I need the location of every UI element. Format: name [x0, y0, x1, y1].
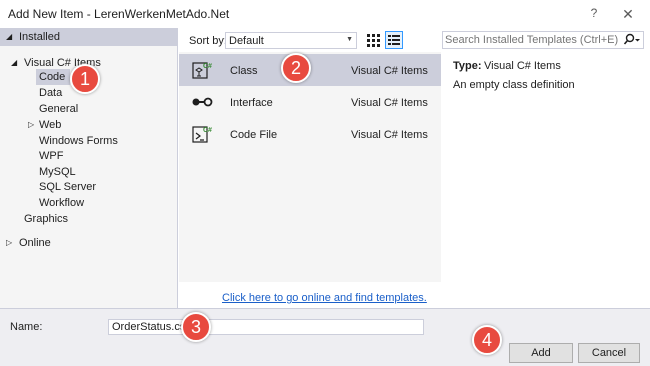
small-icons-view-icon[interactable] — [365, 32, 381, 48]
callout-2: 2 — [281, 53, 311, 83]
tree-item-online[interactable]: Online — [19, 236, 51, 250]
callout-3: 3 — [181, 312, 211, 342]
type-value: Visual C# Items — [484, 60, 561, 72]
search-icon[interactable] — [623, 33, 641, 47]
callout-4: 4 — [472, 325, 502, 355]
interface-icon — [191, 92, 213, 112]
sort-by-dropdown[interactable]: Default ▼ — [225, 32, 357, 49]
add-button[interactable]: Add — [509, 343, 573, 363]
expanded-arrow-icon[interactable]: ◢ — [11, 56, 17, 70]
cancel-button[interactable]: Cancel — [578, 343, 640, 363]
template-row-code-file[interactable]: C# Code File Visual C# Items — [179, 118, 441, 150]
tree-item-data[interactable]: Data — [39, 86, 62, 100]
svg-text:C#: C# — [203, 127, 212, 134]
template-name: Code File — [230, 129, 278, 141]
dialog-footer: Name: Add Cancel — [0, 308, 650, 366]
tree-item-general[interactable]: General — [39, 102, 78, 116]
tree-item-mysql[interactable]: MySQL — [39, 165, 76, 179]
chevron-down-icon: ▼ — [346, 36, 353, 43]
template-language: Visual C# Items — [351, 129, 428, 141]
template-row-interface[interactable]: Interface Visual C# Items — [179, 86, 441, 118]
sort-by-label: Sort by: — [189, 35, 227, 47]
tree-item-graphics[interactable]: Graphics — [24, 212, 68, 226]
class-icon: C# — [191, 60, 213, 80]
tree-item-code[interactable]: Code — [39, 70, 65, 84]
search-box[interactable] — [442, 31, 644, 49]
window-title: Add New Item - LerenWerkenMetAdo.Net — [8, 7, 230, 21]
title-bar: Add New Item - LerenWerkenMetAdo.Net ? ✕ — [0, 0, 650, 28]
template-toolbar: Sort by: Default ▼ — [179, 28, 441, 52]
online-templates-link[interactable]: Click here to go online and find templat… — [222, 292, 427, 304]
tree-item-sql-server[interactable]: SQL Server — [39, 180, 96, 194]
tree-item-web[interactable]: Web — [39, 118, 61, 132]
template-details: Type: Visual C# Items An empty class def… — [442, 52, 650, 282]
callout-1: 1 — [70, 64, 100, 94]
template-language: Visual C# Items — [351, 65, 428, 77]
name-field[interactable] — [108, 319, 424, 335]
code-file-icon: C# — [191, 124, 213, 144]
type-label: Type: — [453, 60, 482, 72]
template-name: Class — [230, 65, 258, 77]
template-name: Interface — [230, 97, 273, 109]
collapsed-arrow-icon[interactable]: ▷ — [28, 118, 34, 132]
sort-by-value: Default — [229, 35, 264, 47]
template-list: C# Class Visual C# Items Interface Visua… — [179, 52, 441, 282]
close-button[interactable]: ✕ — [616, 3, 640, 25]
tree-item-installed[interactable]: ◢ Installed — [0, 28, 178, 46]
tree-item-windows-forms[interactable]: Windows Forms — [39, 134, 118, 148]
search-input[interactable] — [445, 33, 621, 47]
help-button[interactable]: ? — [586, 6, 602, 22]
list-view-icon[interactable] — [385, 31, 403, 49]
tree-item-wpf[interactable]: WPF — [39, 149, 63, 163]
collapsed-arrow-icon[interactable]: ▷ — [6, 236, 12, 250]
svg-text:C#: C# — [203, 63, 212, 70]
tree-item-workflow[interactable]: Workflow — [39, 196, 84, 210]
name-label: Name: — [10, 321, 43, 333]
tree-item-label: Installed — [19, 31, 60, 43]
expanded-arrow-icon[interactable]: ◢ — [6, 30, 12, 44]
template-description: An empty class definition — [453, 79, 575, 91]
template-language: Visual C# Items — [351, 97, 428, 109]
